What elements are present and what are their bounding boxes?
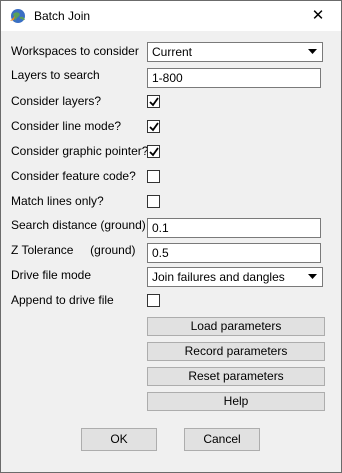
append-to-drive-file-checkbox[interactable] xyxy=(147,294,160,307)
consider-layers-checkbox[interactable] xyxy=(147,95,160,108)
consider-line-mode-checkbox[interactable] xyxy=(147,120,160,133)
chevron-down-icon[interactable] xyxy=(304,268,322,286)
z-tolerance-label: Z Tolerance (ground) xyxy=(11,243,136,257)
consider-layers-label: Consider layers? xyxy=(11,94,102,108)
consider-graphic-pointer-checkbox[interactable] xyxy=(147,145,160,158)
consider-feature-code-label: Consider feature code? xyxy=(11,169,136,183)
workspaces-value: Current xyxy=(152,45,193,59)
match-lines-only-checkbox[interactable] xyxy=(147,195,160,208)
close-icon[interactable]: ✕ xyxy=(295,1,341,31)
workspaces-label: Workspaces to consider xyxy=(11,44,139,58)
chevron-down-icon[interactable] xyxy=(304,43,322,61)
workspaces-dropdown[interactable]: Current xyxy=(147,42,323,62)
reset-parameters-button[interactable]: Reset parameters xyxy=(147,367,325,386)
globe-app-icon xyxy=(9,7,27,25)
consider-graphic-pointer-label: Consider graphic pointer? xyxy=(11,144,149,158)
search-distance-label: Search distance (ground) xyxy=(11,218,146,232)
load-parameters-button[interactable]: Load parameters xyxy=(147,317,325,336)
batch-join-dialog: Batch Join ✕ Workspaces to consider Curr… xyxy=(0,0,342,473)
layers-input[interactable] xyxy=(147,68,321,88)
cancel-button[interactable]: Cancel xyxy=(184,428,260,451)
drive-file-mode-value: Join failures and dangles xyxy=(152,270,285,284)
append-to-drive-file-label: Append to drive file xyxy=(11,293,114,307)
z-tolerance-input[interactable] xyxy=(147,243,321,263)
drive-file-mode-dropdown[interactable]: Join failures and dangles xyxy=(147,267,323,287)
search-distance-input[interactable] xyxy=(147,218,321,238)
help-button[interactable]: Help xyxy=(147,392,325,411)
consider-feature-code-checkbox[interactable] xyxy=(147,170,160,183)
drive-file-mode-label: Drive file mode xyxy=(11,268,92,282)
consider-line-mode-label: Consider line mode? xyxy=(11,119,122,133)
layers-label: Layers to search xyxy=(11,68,100,82)
match-lines-only-label: Match lines only? xyxy=(11,194,104,208)
ok-button[interactable]: OK xyxy=(81,428,157,451)
record-parameters-button[interactable]: Record parameters xyxy=(147,342,325,361)
window-title: Batch Join xyxy=(34,9,91,23)
title-bar: Batch Join ✕ xyxy=(1,1,341,31)
